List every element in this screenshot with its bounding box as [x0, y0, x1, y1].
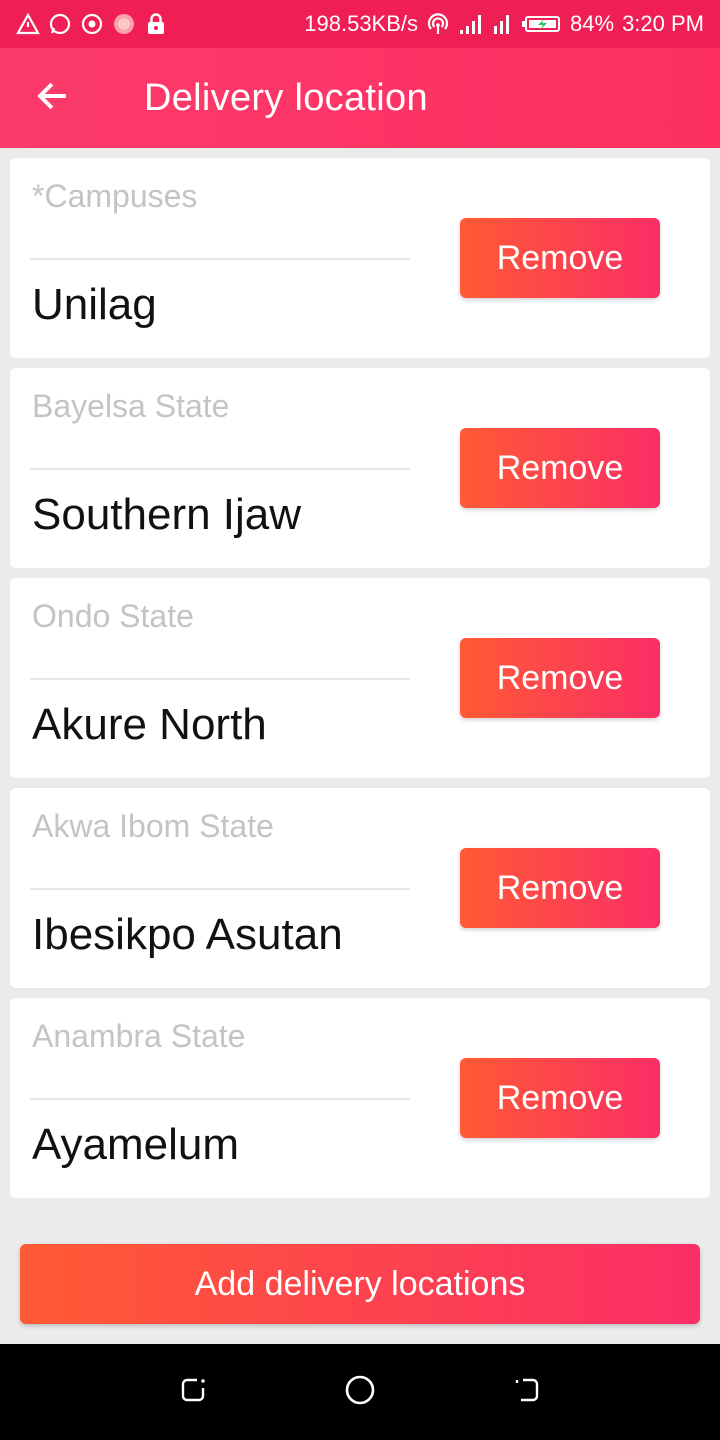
- remove-button[interactable]: Remove: [460, 848, 660, 928]
- warning-icon: [16, 12, 40, 36]
- remove-button[interactable]: Remove: [460, 638, 660, 718]
- back-button[interactable]: [0, 48, 112, 148]
- location-value: Akure North: [32, 700, 267, 749]
- location-card: Ondo State Akure North Remove: [10, 578, 710, 778]
- signal-icon: [458, 12, 482, 36]
- clock: 3:20 PM: [622, 11, 704, 36]
- back-nav-button[interactable]: [497, 1362, 557, 1422]
- location-card: Anambra State Ayamelum Remove: [10, 998, 710, 1198]
- location-card: *Campuses Unilag Remove: [10, 158, 710, 358]
- divider: [30, 888, 410, 890]
- status-icons-left: [16, 12, 168, 36]
- back-arrow-icon: [34, 78, 70, 119]
- location-label: Bayelsa State: [32, 388, 230, 424]
- recent-apps-icon: [177, 1374, 209, 1411]
- home-button[interactable]: [330, 1362, 390, 1422]
- location-value: Ibesikpo Asutan: [32, 910, 343, 959]
- status-icons-right: 198.53KB/s 84% 3:20 PM: [304, 11, 704, 37]
- location-list: *Campuses Unilag Remove Bayelsa State So…: [10, 158, 710, 1208]
- system-navigation-bar: [0, 1344, 720, 1440]
- location-label: *Campuses: [32, 178, 198, 214]
- lock-icon: [144, 12, 168, 36]
- data-signal-icon: [490, 12, 514, 36]
- network-speed: 198.53KB/s: [304, 11, 419, 36]
- back-nav-icon: [511, 1374, 543, 1411]
- location-card: Bayelsa State Southern Ijaw Remove: [10, 368, 710, 568]
- divider: [30, 468, 410, 470]
- home-circle-icon: [344, 1374, 376, 1411]
- location-value: Southern Ijaw: [32, 490, 302, 539]
- page-title: Delivery location: [144, 76, 428, 119]
- target-icon: [80, 12, 104, 36]
- app-bar: Delivery location: [0, 48, 720, 148]
- location-value: Ayamelum: [32, 1120, 240, 1169]
- divider: [30, 258, 410, 260]
- remove-button[interactable]: Remove: [460, 1058, 660, 1138]
- location-value: Unilag: [32, 280, 157, 329]
- divider: [30, 1098, 410, 1100]
- hotspot-icon: [426, 12, 450, 36]
- app-notification-icon: [112, 12, 136, 36]
- battery-icon: [522, 12, 562, 36]
- remove-button[interactable]: Remove: [460, 428, 660, 508]
- remove-button[interactable]: Remove: [460, 218, 660, 298]
- whatsapp-icon: [48, 12, 72, 36]
- location-label: Ondo State: [32, 598, 194, 634]
- location-label: Anambra State: [32, 1018, 246, 1054]
- divider: [30, 678, 410, 680]
- battery-level: 84%: [570, 11, 615, 36]
- status-bar: 198.53KB/s 84% 3:20 PM: [0, 0, 720, 48]
- add-delivery-locations-button[interactable]: Add delivery locations: [20, 1244, 700, 1324]
- location-label: Akwa Ibom State: [32, 808, 274, 844]
- recent-apps-button[interactable]: [163, 1362, 223, 1422]
- location-card: Akwa Ibom State Ibesikpo Asutan Remove: [10, 788, 710, 988]
